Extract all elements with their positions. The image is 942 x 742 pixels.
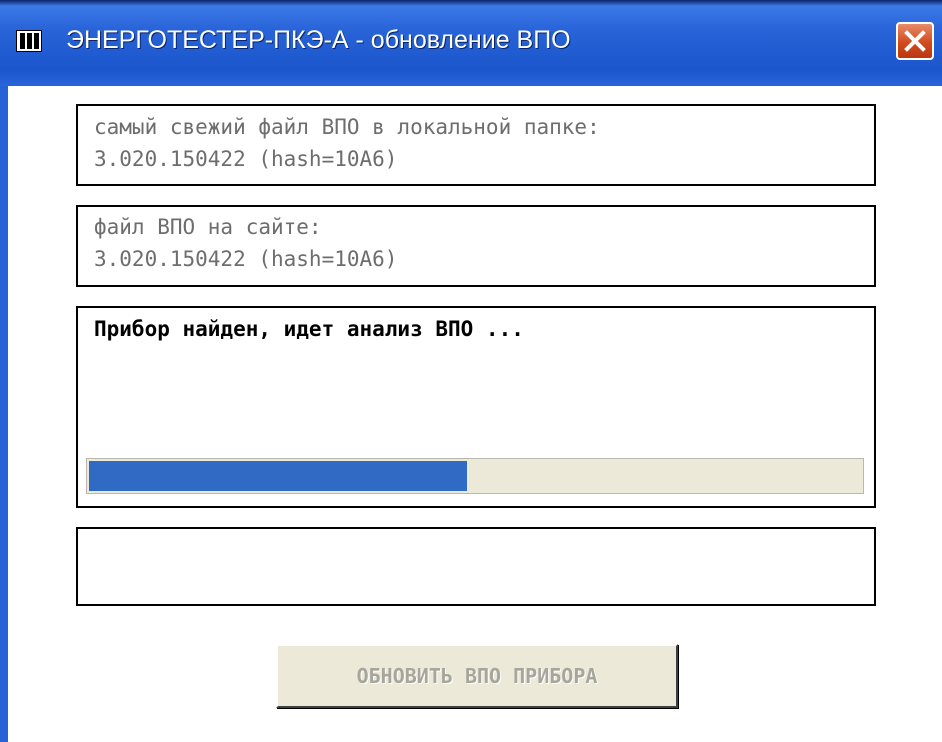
app-icon	[16, 30, 42, 52]
window-title: ЭНЕРГОТЕСТЕР-ПКЭ-А - обновление ВПО	[66, 26, 571, 54]
site-file-label: файл ВПО на сайте:	[94, 215, 322, 239]
local-file-panel: самый свежий файл ВПО в локальной папке:…	[76, 104, 876, 186]
log-panel	[76, 527, 876, 606]
window-frame-left	[0, 86, 8, 742]
local-file-version: 3.020.150422 (hash=10A6)	[94, 147, 398, 171]
title-bar[interactable]: ЭНЕРГОТЕСТЕР-ПКЭ-А - обновление ВПО	[0, 0, 942, 86]
updater-window: ЭНЕРГОТЕСТЕР-ПКЭ-А - обновление ВПО самы…	[0, 0, 942, 742]
status-message: Прибор найден, идет анализ ВПО ...	[94, 317, 524, 341]
close-button[interactable]	[896, 22, 934, 60]
close-icon	[904, 30, 926, 52]
update-firmware-button[interactable]: ОБНОВИТЬ ВПО ПРИБОРА	[276, 644, 678, 708]
progress-fill	[89, 461, 467, 491]
status-panel: Прибор найден, идет анализ ВПО ...	[76, 306, 876, 508]
site-file-version: 3.020.150422 (hash=10A6)	[94, 247, 398, 271]
site-file-panel: файл ВПО на сайте: 3.020.150422 (hash=10…	[76, 205, 876, 287]
local-file-label: самый свежий файл ВПО в локальной папке:	[94, 115, 600, 139]
progress-bar	[86, 458, 864, 494]
